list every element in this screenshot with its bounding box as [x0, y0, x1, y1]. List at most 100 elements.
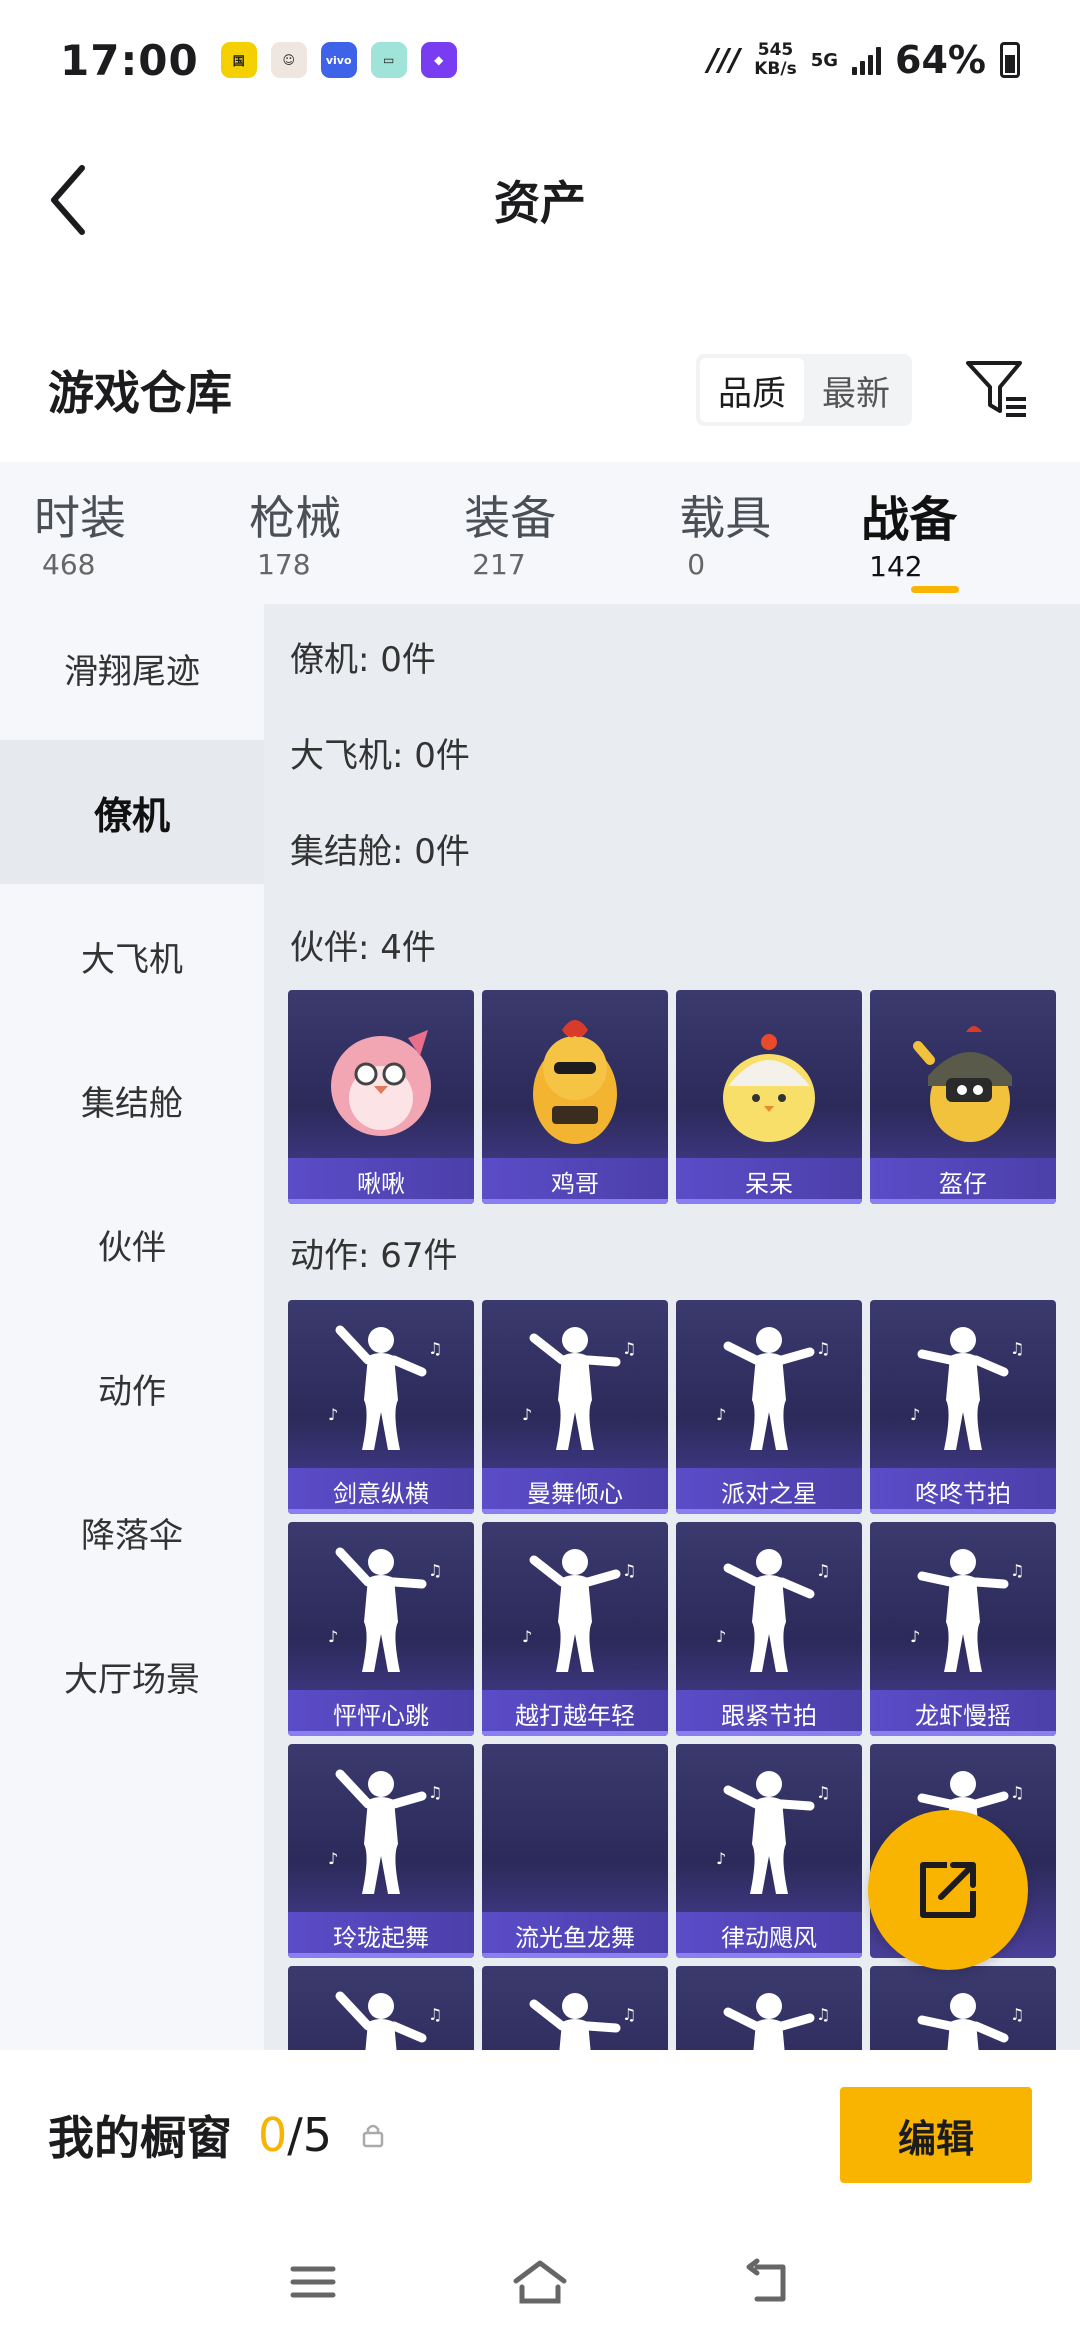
showcase-separator: /: [287, 2108, 303, 2162]
tab-equipment[interactable]: 装备217: [464, 482, 607, 584]
sidebar-item-lobby-scene[interactable]: 大厅场景: [0, 1604, 264, 1748]
emote-card[interactable]: ♪ ♫ 曼舞倾心: [482, 1300, 668, 1514]
sidebar-item-parachute[interactable]: 降落伞: [0, 1460, 264, 1604]
back-arrow-icon[interactable]: [40, 160, 100, 240]
svg-text:♪: ♪: [716, 1849, 726, 1868]
tab-readiness[interactable]: 战备142: [861, 480, 1008, 593]
card-label: 盔仔: [870, 1158, 1056, 1204]
tab-fashion[interactable]: 时装468: [34, 482, 177, 584]
svg-text:♪: ♪: [328, 1405, 338, 1424]
card-label: 剑意纵横: [288, 1468, 474, 1514]
showcase-bar: 我的橱窗 0/5 编辑: [0, 2050, 1080, 2220]
section-big-plane: 大飞机: 0件: [290, 736, 470, 776]
tab-vehicles[interactable]: 载具0: [679, 482, 789, 584]
card-label: 跟紧节拍: [676, 1690, 862, 1736]
emote-card[interactable]: ♪♫: [482, 1966, 668, 2050]
emote-card[interactable]: ♪ ♫ 律动飓风: [676, 1744, 862, 1958]
svg-text:♪: ♪: [716, 1405, 726, 1424]
dancer-silhouette-icon: ♪♫: [529, 1993, 636, 2050]
partner-grid: 啾啾 鸡哥 呆呆 盔仔: [288, 990, 1080, 1204]
svg-text:♫: ♫: [1010, 1339, 1024, 1358]
emote-card[interactable]: ♪♫: [288, 1966, 474, 2050]
sort-toggle: 品质 最新: [696, 354, 912, 426]
emote-card[interactable]: ♪♫: [676, 1966, 862, 2050]
partner-card[interactable]: 呆呆: [676, 990, 862, 1204]
dancer-silhouette-icon: ♪♫: [328, 1325, 442, 1450]
purple-app-icon: ◆: [420, 42, 457, 78]
sidebar-item-big-plane[interactable]: 大飞机: [0, 884, 264, 1028]
showcase-current: 0: [258, 2108, 288, 2162]
sidebar-item-emote[interactable]: 动作: [0, 1316, 264, 1460]
section-wingman: 僚机: 0件: [290, 640, 436, 680]
dancer-silhouette-icon: ♪♫: [328, 1769, 442, 1894]
store-icon: 国: [220, 42, 257, 78]
emote-card[interactable]: ♪ ♫ 派对之星: [676, 1300, 862, 1514]
battery-percent: 64%: [895, 38, 986, 82]
rooster-icon: [533, 1020, 617, 1144]
notification-icons: 国 ☺ vivo ▭ ◆: [220, 42, 457, 78]
sort-quality-option[interactable]: 品质: [700, 358, 804, 422]
sidebar-item-glide-trail[interactable]: 滑翔尾迹: [0, 596, 264, 740]
svg-text:♫: ♫: [1010, 1783, 1024, 1802]
page-title: 资产: [494, 176, 586, 230]
hd-icon: ///: [707, 42, 741, 78]
emote-card[interactable]: ♪ ♫ 玲珑起舞: [288, 1744, 474, 1958]
showcase-total: 5: [302, 2108, 333, 2162]
tab-label: 战备: [861, 491, 958, 548]
emote-card[interactable]: ♪ ♫ 跟紧节拍: [676, 1522, 862, 1736]
tab-count: 468: [42, 547, 96, 581]
dancer-silhouette-icon: ♪♫: [716, 1771, 830, 1894]
edit-button[interactable]: 编辑: [840, 2087, 1032, 2183]
pink-bird-icon: [331, 1030, 431, 1136]
menu-icon[interactable]: [283, 2257, 343, 2307]
tab-weapons[interactable]: 枪械178: [249, 482, 392, 584]
tab-count: 178: [257, 547, 311, 581]
dancer-silhouette-icon: ♪♫: [716, 1549, 830, 1672]
emote-card[interactable]: ♪ ♫ 剑意纵横: [288, 1300, 474, 1514]
sort-newest-option[interactable]: 最新: [804, 358, 908, 422]
emote-card[interactable]: ♪♫: [870, 1966, 1056, 2050]
network-type: 5G: [810, 49, 839, 71]
partner-card[interactable]: 啾啾: [288, 990, 474, 1204]
sidebar-item-wingman[interactable]: 僚机: [0, 740, 264, 884]
svg-text:♫: ♫: [428, 1561, 442, 1580]
svg-text:♫: ♫: [816, 1561, 830, 1580]
helmet-chick-icon: [913, 1026, 1012, 1142]
avatar-icon: ☺: [270, 42, 307, 78]
section-partner: 伙伴: 4件: [290, 928, 436, 968]
status-time: 17:00: [60, 35, 199, 85]
share-button[interactable]: [868, 1810, 1028, 1970]
emote-card[interactable]: ♪ ♫ 越打越年轻: [482, 1522, 668, 1736]
emote-card[interactable]: ♪ ♫ 咚咚节拍: [870, 1300, 1056, 1514]
partner-card[interactable]: 盔仔: [870, 990, 1056, 1204]
emote-card[interactable]: 流光鱼龙舞: [482, 1744, 668, 1958]
card-label: 派对之星: [676, 1468, 862, 1514]
tab-count: 0: [687, 547, 706, 581]
tab-label: 时装: [34, 490, 126, 545]
sidebar-item-assembly-pod[interactable]: 集结舱: [0, 1028, 264, 1172]
note-icon: ▭: [370, 42, 407, 78]
speed-unit: KB/s: [754, 59, 797, 79]
svg-text:♪: ♪: [522, 1627, 532, 1646]
dancer-silhouette-icon: ♪♫: [716, 1327, 830, 1450]
card-label: 玲珑起舞: [288, 1912, 474, 1958]
share-external-icon: [920, 1862, 976, 1918]
svg-text:♫: ♫: [816, 1783, 830, 1802]
svg-text:♫: ♫: [816, 2005, 830, 2024]
svg-text:♪: ♪: [328, 1849, 338, 1868]
emote-card[interactable]: ♪ ♫ 怦怦心跳: [288, 1522, 474, 1736]
tab-label: 装备: [464, 490, 557, 545]
filter-icon[interactable]: [962, 355, 1032, 425]
svg-text:♫: ♫: [622, 2005, 636, 2024]
signal-icon: [852, 45, 882, 75]
sidebar: 滑翔尾迹 僚机 大飞机 集结舱 伙伴 动作 降落伞 大厅场景: [0, 604, 264, 2050]
tab-label: 枪械: [249, 490, 342, 545]
tab-indicator: [911, 585, 960, 593]
emote-card[interactable]: ♪ ♫ 龙虾慢摇: [870, 1522, 1056, 1736]
home-icon[interactable]: [510, 2257, 570, 2307]
partner-card[interactable]: 鸡哥: [482, 990, 668, 1204]
warehouse-header: 游戏仓库 品质 最新: [0, 330, 1080, 450]
sidebar-item-partner[interactable]: 伙伴: [0, 1172, 264, 1316]
card-label: 呆呆: [676, 1158, 862, 1204]
back-nav-icon[interactable]: [737, 2257, 797, 2307]
